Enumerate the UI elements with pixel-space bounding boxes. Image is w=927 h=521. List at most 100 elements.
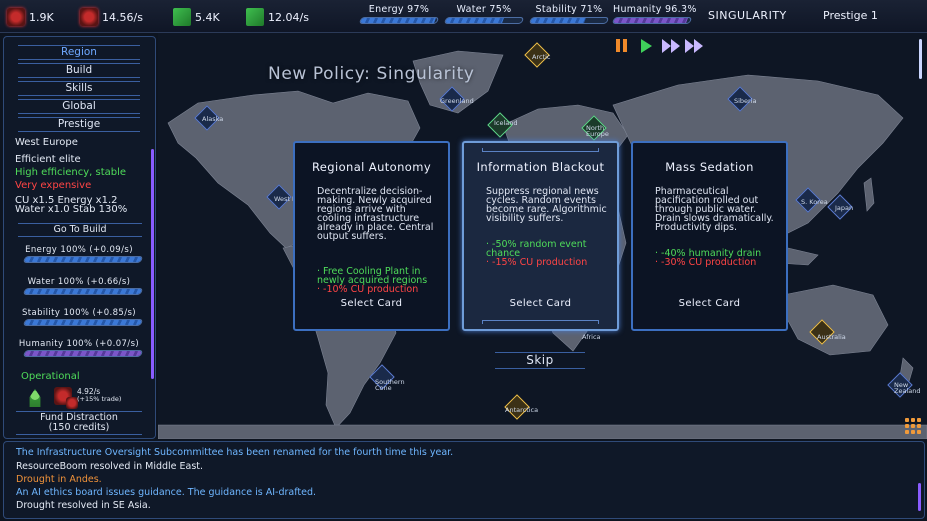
go-to-build-button[interactable]: Go To Build xyxy=(18,223,142,237)
humanity-stat-fill xyxy=(613,18,689,23)
map-label-iceland: Iceland xyxy=(494,119,518,127)
card-effect-negative: · -10% CU production xyxy=(317,284,419,295)
water-stat: Water 75% xyxy=(443,4,525,26)
nav-region-button[interactable]: Region xyxy=(18,45,140,60)
nav-prestige-button[interactable]: Prestige xyxy=(18,117,140,132)
map-label-japan: Japan xyxy=(835,204,854,212)
money-rate-value: 12.04/s xyxy=(268,10,309,24)
region-pro: High efficiency, stable xyxy=(15,167,127,178)
card-effect-positive: · -50% random event chance xyxy=(486,239,587,259)
nav-build-button[interactable]: Build xyxy=(18,63,140,78)
map-label-greenland: Greenland xyxy=(440,97,474,105)
cpu-plus-icon xyxy=(80,8,98,26)
region-energy-label: Energy 100% (+0.09/s) xyxy=(25,245,133,255)
money-value: 5.4K xyxy=(195,10,220,24)
region-stability-fill xyxy=(24,320,142,325)
money-icon xyxy=(173,8,191,26)
money-resource: 5.4K xyxy=(173,7,220,27)
map-label-southern-cone: Southern Cone xyxy=(375,378,405,392)
era-label: SINGULARITY xyxy=(708,9,787,22)
log-line: Drought resolved in SE Asia. xyxy=(16,500,151,511)
card-effect-negative: · -30% CU production xyxy=(655,257,757,268)
region-energy-bar xyxy=(22,256,144,263)
region-panel: Region Build Skills Global Prestige West… xyxy=(3,36,156,439)
card-decoration xyxy=(482,320,599,324)
energy-stat-bar xyxy=(358,17,440,24)
cu-rate-resource: 14.56/s xyxy=(80,7,143,27)
grid-menu-icon[interactable] xyxy=(902,415,922,435)
region-stability-bar xyxy=(22,319,144,326)
policy-card-information-blackout[interactable]: Information Blackout Suppress regional n… xyxy=(462,141,619,331)
cpu-icon xyxy=(7,8,25,26)
fund-distraction-cost: (150 credits) xyxy=(48,422,110,433)
nav-global-button[interactable]: Global xyxy=(18,99,140,114)
panel-scrollbar[interactable] xyxy=(151,149,154,379)
policy-card-mass-sedation[interactable]: Mass Sedation Pharmaceutical pacificatio… xyxy=(631,141,788,331)
select-card-button[interactable]: Select Card xyxy=(633,298,786,309)
map-label-alaska: Alaska xyxy=(202,115,224,123)
card-effects: · -50% random event chance · -15% CU pro… xyxy=(486,239,614,268)
region-stability-label: Stability 100% (+0.85/s) xyxy=(21,308,137,318)
map-label-s-korea: S. Korea xyxy=(801,198,828,206)
card-effect-negative: · -15% CU production xyxy=(486,257,588,268)
policy-title: New Policy: Singularity xyxy=(268,64,475,84)
select-card-button[interactable]: Select Card xyxy=(464,298,617,309)
play-button[interactable] xyxy=(641,39,652,53)
card-title: Regional Autonomy xyxy=(311,160,432,174)
region-water-label: Water 100% (+0.66/s) xyxy=(27,277,131,287)
region-con: Very expensive xyxy=(15,180,92,191)
log-scrollbar[interactable] xyxy=(918,483,921,511)
map-label-africa: Africa xyxy=(582,333,601,341)
map-label-new-zealand: New Zealand xyxy=(894,381,921,395)
pause-button[interactable] xyxy=(616,39,628,53)
card-effect-positive: · Free Cooling Plant in newly acquired r… xyxy=(317,266,428,286)
region-multipliers-2: Water x1.0 Stab 130% xyxy=(15,204,128,215)
cu-resource: 1.9K xyxy=(7,7,54,27)
nav-skills-button[interactable]: Skills xyxy=(18,81,140,96)
energy-stat-label: Energy 97% xyxy=(368,4,430,15)
region-energy-fill xyxy=(24,257,142,262)
select-card-button[interactable]: Select Card xyxy=(295,298,448,309)
skip-button[interactable]: Skip xyxy=(495,352,585,369)
stability-stat-fill xyxy=(530,18,586,23)
log-line: ResourceBoom resolved in Middle East. xyxy=(16,461,204,472)
stability-stat: Stability 71% xyxy=(528,4,610,26)
region-humanity-bar xyxy=(22,350,144,357)
fund-distraction-button[interactable]: Fund Distraction (150 credits) xyxy=(16,411,142,435)
humanity-stat-bar xyxy=(611,17,693,24)
stability-stat-label: Stability 71% xyxy=(535,4,603,15)
money-plus-icon xyxy=(246,8,264,26)
energy-stat-fill xyxy=(360,18,436,23)
cu-value: 1.9K xyxy=(29,10,54,24)
fastest-forward-button[interactable] xyxy=(685,39,707,53)
money-rate-resource: 12.04/s xyxy=(246,7,309,27)
stability-stat-bar xyxy=(528,17,610,24)
humanity-stat-label: Humanity 96.3% xyxy=(613,4,697,15)
prestige-label: Prestige 1 xyxy=(823,9,878,22)
water-stat-bar xyxy=(443,17,525,24)
map-label-australia: Australia xyxy=(817,333,846,341)
policy-card-regional-autonomy[interactable]: Regional Autonomy Decentralize decision-… xyxy=(293,141,450,331)
map-label-antarctica: Antarctica xyxy=(505,406,539,414)
card-effects: · -40% humanity drain · -30% CU producti… xyxy=(655,249,783,268)
card-title: Mass Sedation xyxy=(665,160,754,174)
map-scrollbar[interactable] xyxy=(919,39,922,79)
region-humanity-fill xyxy=(24,351,142,356)
region-tier: Efficient elite xyxy=(15,154,81,165)
humanity-stat: Humanity 96.3% xyxy=(611,4,697,26)
card-description: Suppress regional news cycles. Random ev… xyxy=(486,186,607,224)
water-stat-label: Water 75% xyxy=(456,4,512,15)
event-log: The Infrastructure Oversight Subcommitte… xyxy=(3,441,925,519)
fast-forward-button[interactable] xyxy=(662,39,684,53)
log-line: The Infrastructure Oversight Subcommitte… xyxy=(16,447,454,458)
region-trade-bonus: (+15% trade) xyxy=(77,395,122,403)
region-water-fill xyxy=(24,289,142,294)
map-label-arctic: Arctic xyxy=(532,53,551,61)
map-label-siberia: Siberia xyxy=(734,97,757,105)
region-name: West Europe xyxy=(15,137,78,148)
cu-rate-value: 14.56/s xyxy=(102,10,143,24)
card-decoration xyxy=(482,148,599,152)
workers-icon xyxy=(29,389,41,407)
top-resource-bar: 1.9K 14.56/s 5.4K 12.04/s Energy 97% Wat… xyxy=(0,0,927,33)
card-description: Pharmaceutical pacification rolled out t… xyxy=(655,186,774,233)
